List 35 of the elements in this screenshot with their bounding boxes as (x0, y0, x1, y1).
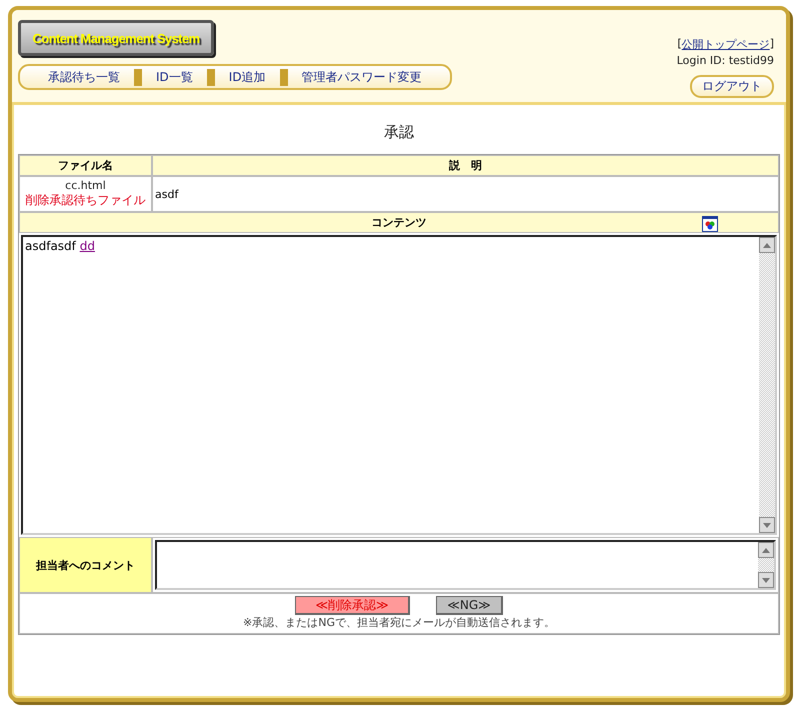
logo: Content Management System (18, 20, 214, 56)
login-id: Login ID: testid99 (676, 54, 774, 67)
notice-text: ※承認、またはNGで、担当者宛にメールが自動送信されます。 (243, 615, 555, 630)
scroll-up-button[interactable] (758, 542, 774, 558)
file-name: cc.html (64, 179, 107, 192)
comment-field[interactable] (155, 540, 776, 590)
column-header: 説 明 (152, 155, 779, 176)
up-arrow-icon (762, 548, 770, 552)
down-arrow-icon (762, 578, 770, 582)
column-header: ファイル名 (19, 155, 152, 176)
nav-link[interactable]: 承認待ち一覧 (34, 68, 134, 86)
bracket: ] (770, 37, 774, 52)
down-arrow-icon (763, 522, 771, 528)
scrollbar[interactable] (758, 542, 774, 588)
scroll-down-button[interactable] (758, 572, 774, 588)
scroll-down-button[interactable] (759, 517, 775, 533)
preview-icon[interactable] (702, 216, 718, 232)
content-editor[interactable]: asdfasdf dd (21, 235, 777, 535)
nav-link[interactable]: 管理者パスワード変更 (280, 68, 436, 86)
nav-link[interactable]: ID追加 (206, 68, 280, 86)
file-status: 削除承認待ちファイル (24, 192, 146, 209)
logout-button[interactable]: ログアウト (690, 75, 774, 98)
content-text: asdfasdf (25, 239, 78, 253)
page-title: 承認 (383, 123, 415, 142)
comment-label: 担当者へのコメント (19, 537, 152, 593)
scrollbar[interactable] (759, 237, 775, 533)
scroll-up-button[interactable] (759, 237, 775, 253)
content-header: コンテンツ (19, 212, 779, 233)
up-arrow-icon (763, 242, 771, 248)
nav-link[interactable]: ID一覧 (134, 68, 207, 86)
bracket: [ (677, 37, 682, 52)
content-link[interactable]: dd (80, 239, 95, 253)
public-top-link[interactable]: 公開トップページ (682, 37, 770, 52)
table-cell: asdf (152, 176, 779, 212)
reject-button[interactable]: ≪NG≫ (436, 596, 503, 615)
